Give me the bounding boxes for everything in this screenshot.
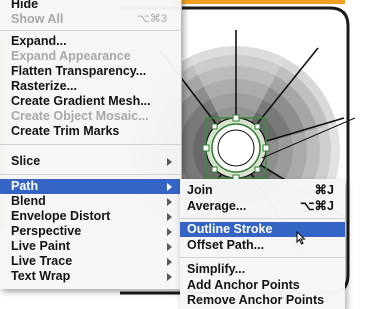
submenu-item-shortcut: ⌘J (314, 183, 334, 197)
menu-item-label: Create Gradient Mesh... (11, 94, 151, 108)
submenu-item-label: Outline Stroke (187, 222, 273, 236)
path-submenu: Join ⌘J Average... ⌥⌘J Outline Stroke Of… (180, 179, 345, 309)
menu-item-live-paint[interactable]: Live Paint (0, 239, 181, 254)
menu-item-label: Envelope Distort (11, 209, 111, 223)
arrow-cursor-icon (296, 231, 306, 245)
submenu-item-label: Average... (187, 199, 247, 213)
anchor-point[interactable] (202, 144, 210, 152)
submenu-item-label: Simplify... (187, 262, 246, 276)
menu-item-text-wrap[interactable]: Text Wrap (0, 269, 181, 284)
submenu-arrow-icon (167, 228, 172, 236)
menu-item-create-trim-marks[interactable]: Create Trim Marks (0, 124, 181, 139)
menu-separator (0, 174, 181, 175)
submenu-item-label: Join (187, 183, 213, 197)
submenu-arrow-icon (167, 198, 172, 206)
menu-item-label: Create Object Mosaic... (11, 109, 149, 123)
submenu-arrow-icon (167, 273, 172, 281)
anchor-point[interactable] (262, 144, 270, 152)
menu-item-shortcut: ⌥⌘3 (137, 13, 167, 25)
menu-item-create-gradient-mesh[interactable]: Create Gradient Mesh... (0, 94, 181, 109)
submenu-item-average[interactable]: Average... ⌥⌘J (180, 199, 345, 214)
menu-item-flatten-transparency[interactable]: Flatten Transparency... (0, 64, 181, 79)
anchor-point[interactable] (254, 166, 261, 173)
submenu-arrow-icon (167, 158, 172, 166)
submenu-item-simplify[interactable]: Simplify... (180, 262, 345, 277)
menu-separator (0, 30, 181, 31)
anchor-point[interactable] (211, 166, 218, 173)
submenu-item-offset-path[interactable]: Offset Path... (180, 238, 345, 253)
object-menu: Hide Show All ⌥⌘3 Expand... Expand Appea… (0, 0, 182, 289)
menu-item-show-all: Show All ⌥⌘3 (0, 12, 181, 27)
submenu-arrow-icon (167, 258, 172, 266)
menu-item-expand-appearance: Expand Appearance (0, 49, 181, 64)
submenu-item-add-anchor-points[interactable]: Add Anchor Points (180, 278, 345, 293)
menu-item-label: Hide (11, 0, 39, 11)
submenu-separator (180, 218, 345, 219)
submenu-separator (180, 257, 345, 258)
submenu-arrow-icon (167, 243, 172, 251)
menu-item-hide[interactable]: Hide (0, 0, 181, 12)
menu-item-path[interactable]: Path (0, 179, 181, 194)
menu-item-envelope-distort[interactable]: Envelope Distort (0, 209, 181, 224)
menu-item-label: Expand Appearance (11, 49, 131, 63)
menu-item-create-object-mosaic: Create Object Mosaic... (0, 109, 181, 124)
submenu-arrow-icon (167, 213, 172, 221)
menu-item-label: Path (11, 179, 39, 193)
menu-item-rasterize[interactable]: Rasterize... (0, 79, 181, 94)
menu-item-label: Text Wrap (11, 269, 71, 283)
menu-item-slice[interactable]: Slice (0, 154, 181, 169)
menu-item-label: Flatten Transparency... (11, 64, 147, 78)
menu-item-label: Live Paint (11, 239, 71, 253)
anchor-point[interactable] (232, 114, 240, 122)
submenu-item-join[interactable]: Join ⌘J (180, 183, 345, 198)
menu-item-live-trace[interactable]: Live Trace (0, 254, 181, 269)
menu-item-expand[interactable]: Expand... (0, 34, 181, 49)
menu-item-label: Slice (11, 154, 41, 168)
menu-separator (0, 144, 181, 145)
submenu-item-shortcut: ⌥⌘J (300, 199, 334, 213)
anchor-point[interactable] (211, 123, 218, 130)
submenu-item-outline-stroke[interactable]: Outline Stroke (180, 222, 345, 237)
orange-guide-top (170, 0, 345, 4)
menu-item-label: Expand... (11, 34, 67, 48)
menu-item-label: Create Trim Marks (11, 124, 120, 138)
menu-item-label: Show All (11, 12, 64, 26)
submenu-item-label: Offset Path... (187, 238, 265, 252)
menu-item-label: Live Trace (11, 254, 73, 268)
menu-item-perspective[interactable]: Perspective (0, 224, 181, 239)
menu-item-label: Rasterize... (11, 79, 78, 93)
anchor-point[interactable] (254, 123, 261, 130)
selected-ring-object[interactable] (202, 114, 270, 182)
menu-item-label: Blend (11, 194, 46, 208)
submenu-item-label: Add Anchor Points (187, 278, 300, 292)
menu-item-label: Perspective (11, 224, 82, 238)
menu-item-blend[interactable]: Blend (0, 194, 181, 209)
submenu-arrow-icon (167, 183, 172, 191)
